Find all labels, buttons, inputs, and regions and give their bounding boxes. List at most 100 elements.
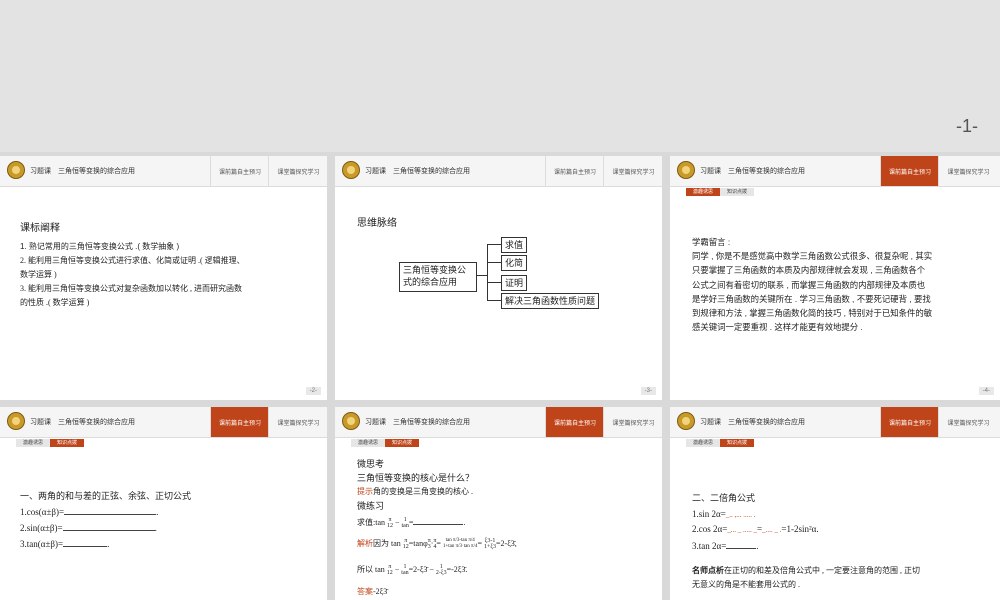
answer-blank	[64, 505, 157, 515]
frac-den: 12	[387, 523, 393, 530]
subtab-bar: 激趣诱思 知识点拨	[686, 439, 755, 447]
frac-den: tan	[401, 570, 409, 577]
slide-6[interactable]: 习题课 三角恒等变换的综合应用 课前篇自主预习 课堂篇探究学习 激趣诱思 知识点…	[335, 407, 662, 600]
school-logo-icon	[677, 161, 695, 179]
slide-7[interactable]: 习题课 三角恒等变换的综合应用 课前篇自主预习 课堂篇探究学习 激趣诱思 知识点…	[670, 407, 1000, 600]
study-note-line: 学霸留言 :	[692, 237, 731, 247]
mindmap-branch: 化简	[501, 255, 528, 271]
slide-header: 习题课 三角恒等变换的综合应用 课前篇自主预习 课堂篇探究学习	[335, 407, 662, 438]
tab-preview[interactable]: 课前篇自主预习	[880, 156, 939, 186]
fraction: 1 tan	[401, 564, 408, 576]
fraction: tan π/3-tan π/4 1+tan π/3·tan π/4	[443, 538, 478, 550]
lesson-title: 习题课 三角恒等变换的综合应用	[30, 168, 135, 175]
slide-page-number: -3-	[640, 387, 656, 395]
exercise-text: 求值:tan	[357, 518, 385, 527]
section-heading: 思维脉络	[357, 218, 397, 229]
micro-think-label: 微思考	[357, 459, 385, 469]
objective-line: 数学运算 )	[20, 270, 57, 279]
answer-blank	[62, 521, 155, 531]
analysis-text: 因为 tan	[373, 539, 401, 548]
question-text: 三角恒等变换的核心是什么？	[357, 473, 475, 483]
formula-label: 1.sin 2α=	[692, 509, 726, 519]
formula-line: 1.sin 2α=_.. ,... ..... .	[692, 507, 756, 522]
previous-slide-area: -1-	[0, 0, 1000, 152]
subtab-knowledge[interactable]: 知识点拨	[720, 188, 755, 196]
analysis-label: 解析	[357, 539, 373, 548]
exercise-line: 求值:tan π 12 − 1 tan=.	[357, 515, 465, 530]
slide-4[interactable]: 习题课 三角恒等变换的综合应用 课前篇自主预习 课堂篇探究学习 激趣诱思 知识点…	[670, 156, 1000, 400]
study-note: 学霸留言 : 同学 , 你是不是感觉高中数学三角函数公式很多、很复杂呢 , 其实…	[692, 235, 932, 334]
slide-2[interactable]: 习题课 三角恒等变换的综合应用 课前篇自主预习 课堂篇探究学习 课标阐释 1. …	[0, 156, 327, 400]
subtab-knowledge[interactable]: 知识点拨	[385, 439, 420, 447]
objective-line: 2. 能利用三角恒等变换公式进行求值、化简或证明 .( 逻辑推理、	[20, 256, 245, 265]
subtab-knowledge[interactable]: 知识点拨	[50, 439, 85, 447]
subtab-bar: 激趣诱思 知识点拨	[686, 188, 755, 196]
connector-line	[487, 262, 501, 263]
subtab-intro[interactable]: 激趣诱思	[351, 439, 386, 447]
subtab-intro[interactable]: 激趣诱思	[686, 188, 721, 196]
formula-label: 1.cos(α±β)=	[20, 507, 65, 517]
slide-5[interactable]: 习题课 三角恒等变换的综合应用 课前篇自主预习 课堂篇探究学习 激趣诱思 知识点…	[0, 407, 327, 600]
slide-header: 习题课 三角恒等变换的综合应用 课前篇自主预习 课堂篇探究学习	[670, 156, 1000, 187]
formula-fill: _.. ,... ..... .	[725, 511, 756, 519]
subtab-knowledge[interactable]: 知识点拨	[720, 439, 755, 447]
tab-explore[interactable]: 课堂篇探究学习	[603, 407, 662, 437]
slide-header: 习题课 三角恒等变换的综合应用 课前篇自主预习 课堂篇探究学习	[0, 156, 327, 187]
connector-line	[487, 300, 501, 301]
subtab-intro[interactable]: 激趣诱思	[686, 439, 721, 447]
conclusion-line: 所以 tan π 12 − 1 tan=2-ξ3̄ − 1 2-ξ3=-2ξ3̄.	[357, 564, 468, 577]
mindmap-branch: 求值	[501, 237, 528, 253]
answer-blank	[726, 539, 757, 549]
conclusion-text: 所以 tan	[357, 565, 385, 574]
section-heading: 一、两角的和与差的正弦、余弦、正切公式	[20, 491, 192, 501]
hint-text: 角的变换是三角变换的核心 .	[373, 487, 473, 496]
mindmap-center-box: 三角恒等变换公 式的综合应用	[399, 262, 477, 292]
conclusion-text: =2-ξ3̄ −	[408, 565, 434, 574]
hint-label: 提示	[357, 487, 373, 496]
school-logo-icon	[342, 412, 360, 430]
formula-line: 1.cos(α±β)=.	[20, 505, 159, 517]
frac-den: 1+tan π/3·tan π/4	[442, 544, 478, 550]
frac-den: 2-ξ3	[435, 570, 447, 577]
formula-line: 2.cos 2α=_... _ ..... _=_.... _ .=1-2sin…	[692, 522, 819, 537]
answer-blank	[413, 515, 464, 525]
analysis-text: =	[436, 539, 441, 548]
tip-line: 无意义的角是不能套用公式的 .	[692, 580, 800, 589]
mindmap-center-line: 三角恒等变换公	[403, 265, 467, 275]
tab-preview[interactable]: 课前篇自主预习	[210, 156, 269, 186]
mindmap-branch: 解决三角函数性质问题	[501, 293, 600, 309]
connector-line	[487, 244, 488, 301]
connector-line	[487, 282, 501, 283]
subtab-intro[interactable]: 激趣诱思	[16, 439, 51, 447]
tab-preview[interactable]: 课前篇自主预习	[545, 407, 604, 437]
frac-den: 1+ξ3	[483, 544, 497, 551]
formula-line: 2.sin(α±β)=.	[20, 521, 157, 533]
objective-line: 的性质 .( 数学运算 )	[20, 298, 90, 307]
tab-preview[interactable]: 课前篇自主预习	[545, 156, 604, 186]
page-number: -1-	[956, 116, 978, 136]
formula-line: 3.tan(α±β)=.	[20, 539, 110, 549]
hint-line: 提示角的变换是三角变换的核心 .	[357, 485, 473, 499]
analysis-line: 解析因为 tan π 12=tanφπ 3·π 4= tan π/3-tan π/4 1…	[357, 537, 517, 551]
tab-explore[interactable]: 课堂篇探究学习	[603, 156, 662, 186]
tip-line: 名师点析在正切的和差及倍角公式中 , 一定要注意角的范围 , 正切	[692, 564, 920, 578]
slide-page-number: -4-	[978, 387, 994, 395]
tab-explore[interactable]: 课堂篇探究学习	[268, 156, 327, 186]
slide-header: 习题课 三角恒等变换的综合应用 课前篇自主预习 课堂篇探究学习	[335, 156, 662, 187]
frac-num: tan π/3-tan π/4	[445, 538, 475, 544]
fraction: 1 2-ξ3	[436, 564, 447, 576]
slide-3[interactable]: 习题课 三角恒等变换的综合应用 课前篇自主预习 课堂篇探究学习 思维脉络 三角恒…	[335, 156, 662, 400]
connector-line	[477, 275, 487, 276]
conclusion-text: =-2ξ3̄.	[446, 565, 468, 574]
tab-explore[interactable]: 课堂篇探究学习	[268, 407, 327, 437]
tab-explore[interactable]: 课堂篇探究学习	[938, 156, 998, 186]
answer-value: -2ξ3̄	[373, 587, 388, 596]
tab-preview[interactable]: 课前篇自主预习	[210, 407, 269, 437]
tab-preview[interactable]: 课前篇自主预习	[880, 407, 939, 437]
lesson-title: 习题课 三角恒等变换的综合应用	[700, 168, 805, 175]
section-heading: 二、二倍角公式	[692, 493, 756, 503]
tab-explore[interactable]: 课堂篇探究学习	[938, 407, 998, 437]
formula-label: 2.cos 2α=	[692, 524, 728, 534]
study-note-line: 到规律和方法 , 掌握三角函数化简的技巧 , 特别对于已知条件的敏	[692, 308, 933, 319]
section-heading: 课标阐释	[20, 223, 60, 234]
